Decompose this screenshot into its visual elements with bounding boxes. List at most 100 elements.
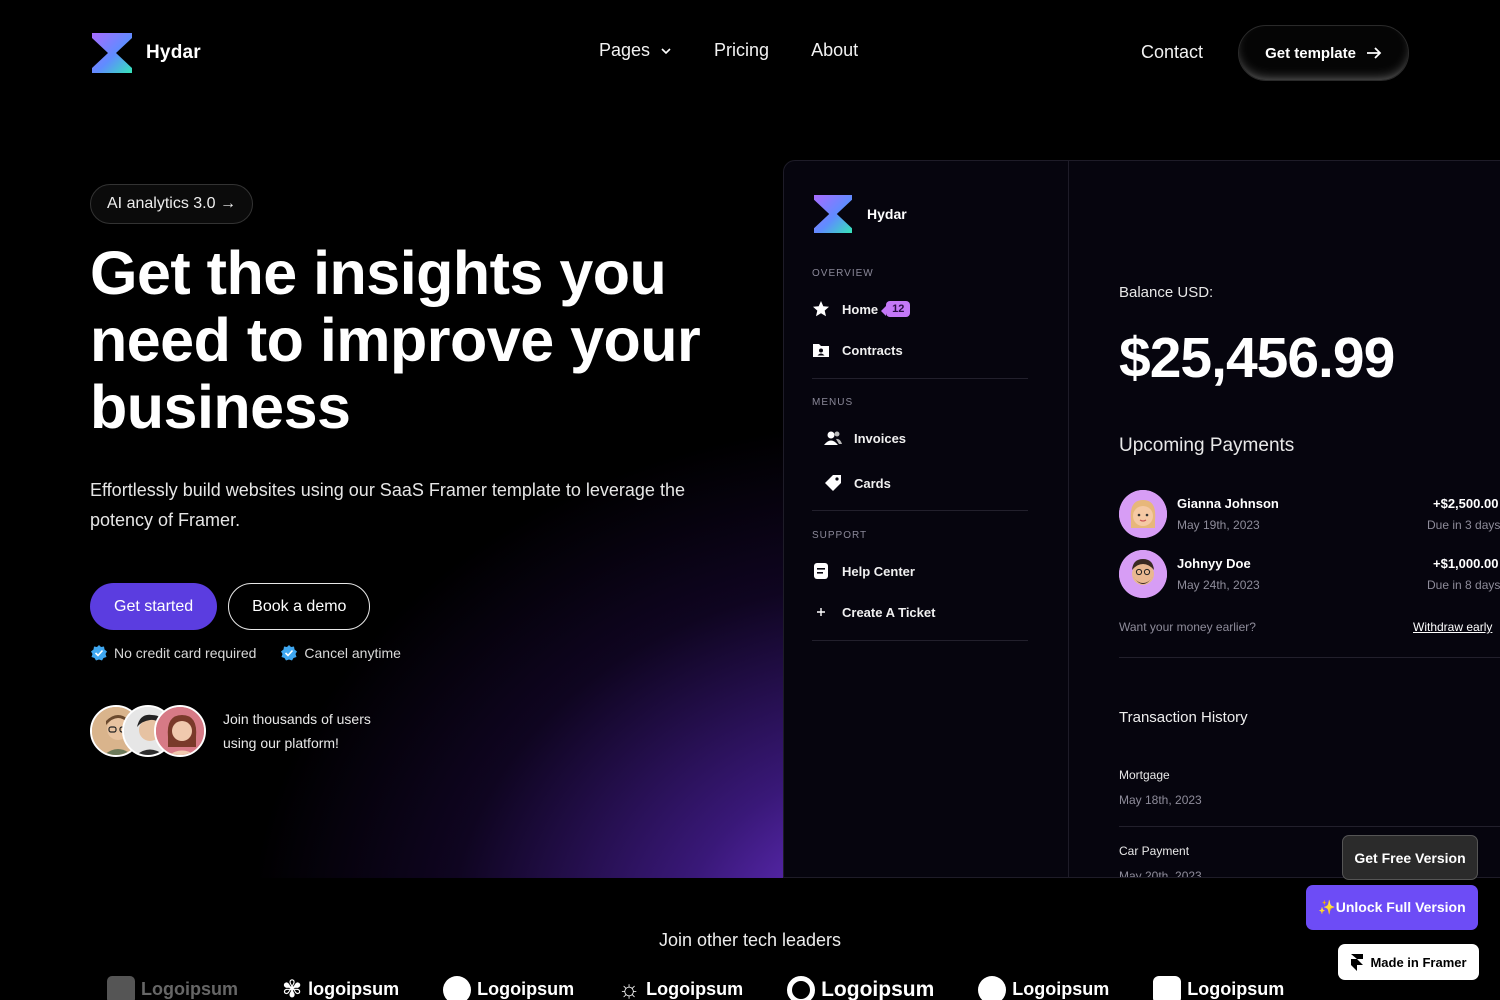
sidebar-item-label: Cards [854, 475, 891, 491]
sidebar-item-label: Home [842, 301, 879, 317]
logo-icon [107, 975, 135, 1000]
nav-contact[interactable]: Contact [1141, 42, 1203, 63]
logo-icon [978, 975, 1007, 1000]
partner-logo: Logoipsum [107, 975, 238, 1000]
document-icon [814, 563, 828, 579]
brand-name: Hydar [146, 42, 201, 63]
get-template-button[interactable]: Get template [1238, 25, 1409, 81]
logo-text: Logoipsum [821, 977, 935, 1000]
made-in-framer-badge[interactable]: Made in Framer [1338, 944, 1479, 980]
partner-logo: ✾ logoipsum [282, 975, 399, 1000]
brand[interactable]: Hydar [90, 33, 201, 73]
announcement-pill[interactable]: AI analytics 3.0 → [90, 184, 253, 224]
partner-logo: Logoipsum [1153, 975, 1284, 1000]
get-template-label: Get template [1265, 44, 1356, 62]
sidebar-item-label: Create A Ticket [842, 604, 936, 620]
payment-name: Gianna Johnson [1177, 496, 1279, 511]
users-icon [824, 431, 842, 445]
social-proof-text: Join thousands of users using our platfo… [223, 711, 371, 751]
hero-checks: No credit card required Cancel anytime [90, 644, 401, 662]
sidebar-item-help-center[interactable]: Help Center [812, 562, 915, 580]
check-item: Cancel anytime [280, 644, 401, 662]
transaction-date: May 20th, 2023 [1119, 869, 1202, 878]
tag-icon [825, 475, 841, 491]
nav-pages[interactable]: Pages [599, 40, 672, 61]
partner-logo: ☼ Logoipsum [618, 975, 743, 1000]
dashboard-preview: Hydar OVERVIEW Home 12 Contracts MENUS I… [783, 160, 1500, 878]
sidebar-item-invoices[interactable]: Invoices [824, 430, 906, 446]
folder-user-icon [813, 344, 829, 357]
section-support: SUPPORT [812, 530, 868, 541]
divider [812, 378, 1028, 379]
transaction-name: Car Payment [1119, 844, 1190, 858]
logo-icon [443, 975, 472, 1000]
logo-strip: Logoipsum ✾ logoipsum Logoipsum ☼ Logoipsu… [107, 975, 1284, 1000]
notification-badge: 12 [881, 301, 911, 317]
made-in-framer-label: Made in Framer [1370, 954, 1467, 970]
avatar [1119, 550, 1167, 598]
transaction-history-title: Transaction History [1119, 709, 1248, 726]
hydar-logo-icon [92, 33, 132, 73]
logo-icon: ☼ [618, 975, 641, 1000]
payment-amount: +$2,500.00 [1433, 496, 1499, 511]
dashboard-brand-name: Hydar [867, 206, 907, 222]
logo-text: Logoipsum [646, 979, 744, 999]
dashboard-brand[interactable]: Hydar [812, 195, 907, 233]
sidebar-item-contracts[interactable]: Contracts [812, 341, 903, 359]
payment-date: May 19th, 2023 [1177, 518, 1260, 532]
payment-date: May 24th, 2023 [1177, 578, 1260, 592]
framer-logo-icon [1351, 954, 1364, 971]
section-menus: MENUS [812, 397, 854, 408]
hero-subtitle: Effortlessly build websites using our Sa… [90, 480, 685, 530]
check-item: No credit card required [90, 644, 256, 662]
star-icon [813, 301, 829, 317]
partner-logo: Logoipsum [978, 975, 1109, 1000]
divider [812, 510, 1028, 511]
plus-icon [817, 608, 825, 616]
nav-pricing[interactable]: Pricing [714, 40, 769, 61]
book-demo-button[interactable]: Book a demo [228, 583, 371, 630]
dashboard-main: Balance USD: $25,456.99 Upcoming Payment… [1119, 161, 1500, 878]
payment-row[interactable]: Johnyy Doe May 24th, 2023 +$1,000.00 Due… [1119, 550, 1500, 598]
user-avatars [90, 705, 206, 757]
sidebar-item-label: Contracts [842, 342, 903, 358]
get-free-version-button[interactable]: Get Free Version [1342, 835, 1478, 880]
top-nav: Hydar Pages Pricing About Contact Get te… [0, 0, 1500, 105]
payment-row[interactable]: Gianna Johnson May 19th, 2023 +$2,500.00… [1119, 490, 1500, 538]
partner-logo: Logoipsum [443, 975, 574, 1000]
upcoming-payments-title: Upcoming Payments [1119, 435, 1295, 456]
tech-leaders-title: Join other tech leaders [658, 930, 842, 950]
sidebar-item-label: Invoices [854, 430, 907, 446]
payment-due: Due in 3 days [1427, 518, 1500, 532]
payment-due: Due in 8 days [1427, 578, 1500, 592]
transaction-name: Mortgage [1119, 768, 1170, 782]
divider [1119, 657, 1500, 658]
verified-check-icon [281, 645, 298, 661]
hero-headline: Get the insights you need to improve you… [90, 239, 701, 441]
logo-text: logoipsum [308, 979, 400, 999]
sidebar-item-cards[interactable]: Cards [824, 474, 891, 492]
logo-text: Logoipsum [141, 979, 238, 999]
partner-logo: Logoipsum [787, 975, 934, 1000]
hero-cta-row: Get started Book a demo [90, 583, 371, 630]
section-overview: OVERVIEW [812, 268, 874, 279]
unlock-full-version-button[interactable]: ✨Unlock Full Version [1306, 885, 1478, 930]
get-started-button[interactable]: Get started [90, 583, 218, 630]
dashboard-sidebar: Hydar OVERVIEW Home 12 Contracts MENUS I… [784, 161, 1069, 877]
logo-icon: ✾ [282, 976, 303, 1000]
main-menu: Pages Pricing About [599, 40, 858, 61]
logo-icon [787, 975, 816, 1000]
payment-amount: +$1,000.00 [1433, 556, 1499, 571]
transaction-date: May 18th, 2023 [1119, 793, 1202, 807]
sidebar-item-create-ticket[interactable]: Create A Ticket [812, 603, 935, 621]
nav-pages-label: Pages [599, 40, 651, 60]
logo-icon [1153, 975, 1182, 1000]
check-label: Cancel anytime [304, 645, 401, 661]
nav-about[interactable]: About [811, 40, 858, 61]
balance-label: Balance USD: [1119, 284, 1214, 301]
verified-check-icon [91, 645, 107, 661]
logo-text: Logoipsum [477, 979, 575, 999]
sidebar-item-home[interactable]: Home 12 [812, 300, 911, 318]
withdraw-early-link[interactable]: Withdraw early [1413, 620, 1492, 634]
divider [812, 640, 1028, 641]
